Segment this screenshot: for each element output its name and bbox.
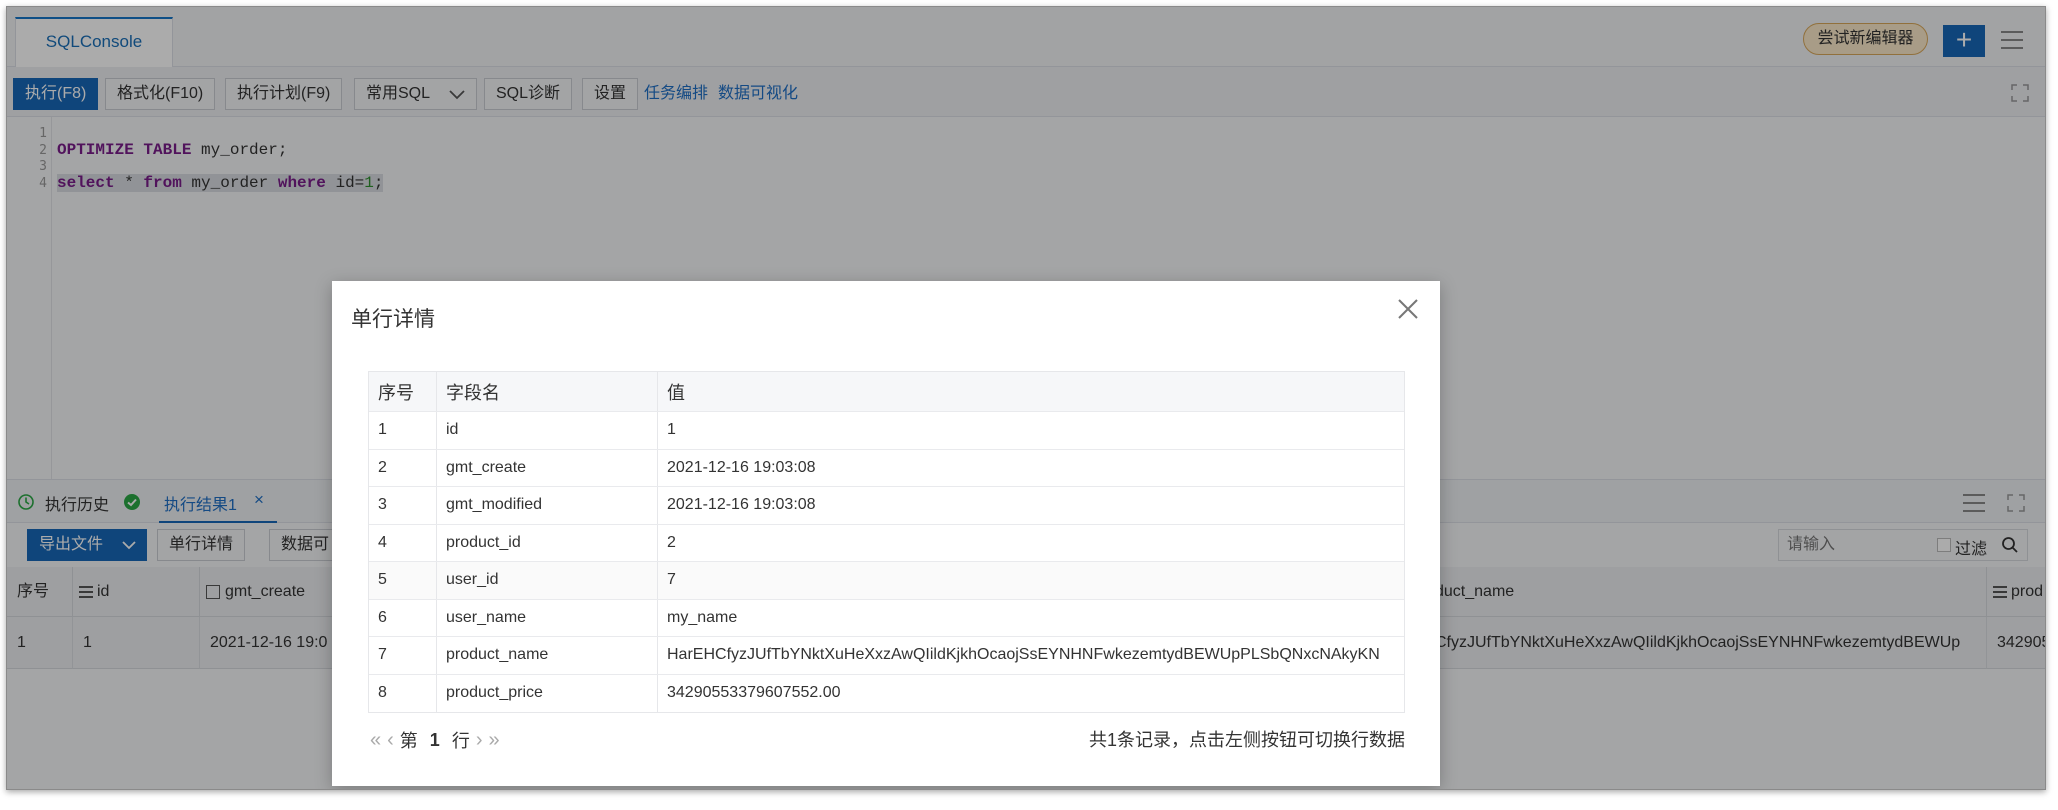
pager-current-page: 1 bbox=[429, 729, 440, 750]
row-seq: 8 bbox=[369, 674, 437, 712]
last-page-icon[interactable]: » bbox=[488, 729, 499, 752]
table-row: 8 product_price 34290553379607552.00 bbox=[369, 674, 1404, 713]
record-info: 共1条记录，点击左侧按钮可切换行数据 bbox=[1088, 730, 1405, 750]
row-value[interactable]: 1 bbox=[658, 412, 1404, 449]
header-seq: 序号 bbox=[369, 372, 437, 411]
prev-page-icon[interactable]: ‹ bbox=[387, 729, 394, 752]
row-field: user_id bbox=[437, 562, 658, 599]
first-page-icon[interactable]: « bbox=[370, 729, 381, 752]
row-seq: 5 bbox=[369, 562, 437, 599]
header-field: 字段名 bbox=[437, 372, 658, 411]
row-field: product_name bbox=[437, 637, 658, 674]
sql-console-window: SQLConsole 尝试新编辑器 + 执行(F8) 格式化(F10) 执行计划… bbox=[6, 6, 2046, 790]
table-row: 2 gmt_create 2021-12-16 19:03:08 bbox=[369, 449, 1404, 487]
detail-table: 序号 字段名 值 1 id 1 2 gmt_create 2021-12-16 … bbox=[368, 371, 1405, 713]
pager-prefix: 第 bbox=[399, 731, 418, 751]
detail-table-header: 序号 字段名 值 bbox=[369, 372, 1404, 412]
row-seq: 1 bbox=[369, 412, 437, 449]
table-row: 5 user_id 7 bbox=[369, 562, 1404, 600]
row-seq: 3 bbox=[369, 487, 437, 524]
row-seq: 7 bbox=[369, 637, 437, 674]
row-value[interactable]: 34290553379607552.00 bbox=[658, 675, 1404, 713]
row-pager: « ‹ 第 1 行 › » bbox=[370, 725, 506, 755]
pager-suffix: 行 bbox=[451, 731, 470, 751]
row-field: user_name bbox=[437, 599, 658, 636]
header-value: 值 bbox=[667, 382, 685, 403]
table-row: 1 id 1 bbox=[369, 412, 1404, 450]
row-value[interactable]: 2 bbox=[658, 525, 1404, 562]
row-value[interactable]: HarEHCfyzJUfTbYNktXuHeXxzAwQIildKjkhOcao… bbox=[658, 637, 1404, 674]
table-row: 4 product_id 2 bbox=[369, 524, 1404, 562]
table-row: 6 user_name my_name bbox=[369, 599, 1404, 637]
row-value[interactable]: 2021-12-16 19:03:08 bbox=[658, 450, 1404, 487]
row-value[interactable]: 7 bbox=[658, 562, 1404, 599]
next-page-icon[interactable]: › bbox=[476, 729, 483, 752]
row-field: gmt_modified bbox=[437, 487, 658, 524]
row-detail-dialog: 单行详情 序号 字段名 值 1 id 1 2 gmt_create 2021-1… bbox=[332, 281, 1440, 786]
row-field: id bbox=[437, 412, 658, 449]
row-seq: 2 bbox=[369, 449, 437, 486]
row-value[interactable]: 2021-12-16 19:03:08 bbox=[658, 487, 1404, 524]
row-seq: 6 bbox=[369, 599, 437, 636]
row-field: gmt_create bbox=[437, 449, 658, 486]
close-icon[interactable] bbox=[1396, 297, 1420, 321]
row-seq: 4 bbox=[369, 524, 437, 561]
table-row: 7 product_name HarEHCfyzJUfTbYNktXuHeXxz… bbox=[369, 637, 1404, 675]
row-field: product_id bbox=[437, 524, 658, 561]
table-row: 3 gmt_modified 2021-12-16 19:03:08 bbox=[369, 487, 1404, 525]
row-value[interactable]: my_name bbox=[658, 600, 1404, 637]
dialog-title: 单行详情 bbox=[351, 308, 435, 331]
row-field: product_price bbox=[437, 674, 658, 712]
